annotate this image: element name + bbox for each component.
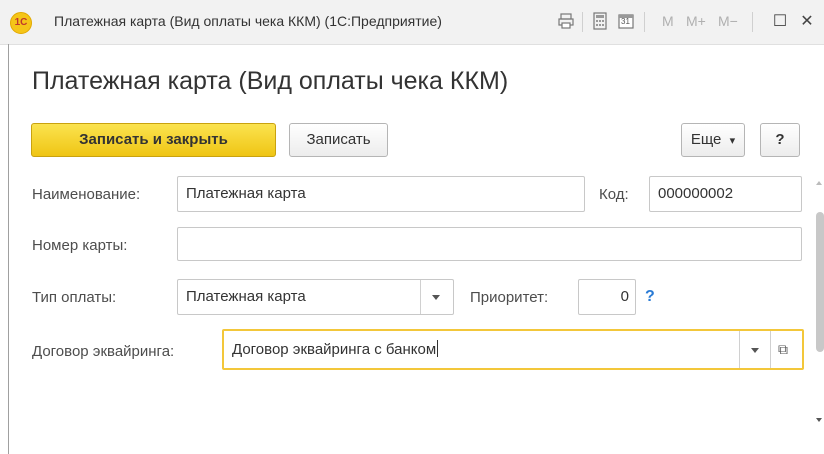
- name-label: Наименование:: [32, 186, 141, 203]
- acquiring-contract-value: Договор эквайринга с банком: [232, 341, 437, 358]
- calendar-day-label: 31: [621, 17, 630, 26]
- chevron-down-icon: ▾: [729, 135, 736, 147]
- more-button-label: Еще: [690, 131, 722, 148]
- acquiring-contract-select[interactable]: Договор эквайринга с банком ⧉: [222, 329, 804, 370]
- scrollbar-thumb[interactable]: [816, 212, 824, 352]
- dropdown-separator: [770, 331, 771, 368]
- code-label: Код:: [599, 186, 629, 203]
- save-and-close-button[interactable]: Записать и закрыть: [31, 123, 276, 157]
- form-title: Платежная карта (Вид оплаты чека ККМ): [32, 67, 509, 95]
- priority-field[interactable]: 0: [578, 279, 636, 315]
- calendar-icon[interactable]: 31: [616, 12, 636, 32]
- scroll-down-icon[interactable]: [816, 418, 822, 422]
- payment-type-select[interactable]: Платежная карта: [177, 279, 454, 315]
- payment-type-label: Тип оплаты:: [32, 289, 117, 306]
- close-icon[interactable]: ✕: [797, 12, 817, 32]
- dropdown-separator: [739, 331, 740, 368]
- maximize-icon[interactable]: ☐: [770, 12, 790, 32]
- code-field[interactable]: 000000002: [649, 176, 802, 212]
- toolbar-separator: [752, 12, 753, 32]
- more-button[interactable]: Еще ▾: [681, 123, 745, 157]
- chevron-down-icon[interactable]: [432, 295, 440, 300]
- help-button[interactable]: ?: [760, 123, 800, 157]
- app-logo: 1С: [10, 12, 32, 34]
- open-external-icon[interactable]: ⧉: [778, 331, 788, 368]
- window-titlebar: 1С Платежная карта (Вид оплаты чека ККМ)…: [0, 0, 824, 45]
- card-number-label: Номер карты:: [32, 237, 128, 254]
- toolbar-separator: [582, 12, 583, 32]
- toolbar-separator: [644, 12, 645, 32]
- priority-help-icon[interactable]: ?: [645, 288, 655, 306]
- memory-minus-button[interactable]: M−: [718, 13, 738, 29]
- print-icon[interactable]: [556, 12, 576, 32]
- chevron-down-icon[interactable]: [751, 348, 759, 353]
- priority-label: Приоритет:: [470, 289, 549, 306]
- window-left-border: [8, 44, 9, 454]
- calculator-icon[interactable]: [590, 12, 610, 32]
- window-title: Платежная карта (Вид оплаты чека ККМ) (1…: [54, 13, 442, 29]
- memory-plus-button[interactable]: M+: [686, 13, 706, 29]
- acquiring-contract-label: Договор эквайринга:: [32, 343, 175, 360]
- text-cursor: [437, 340, 439, 357]
- name-field[interactable]: Платежная карта: [177, 176, 585, 212]
- card-number-field[interactable]: [177, 227, 802, 261]
- payment-type-value: Платежная карта: [186, 288, 306, 305]
- save-button[interactable]: Записать: [289, 123, 388, 157]
- dropdown-separator: [420, 280, 421, 314]
- scroll-up-icon[interactable]: [816, 181, 822, 185]
- memory-m-button[interactable]: M: [662, 13, 674, 29]
